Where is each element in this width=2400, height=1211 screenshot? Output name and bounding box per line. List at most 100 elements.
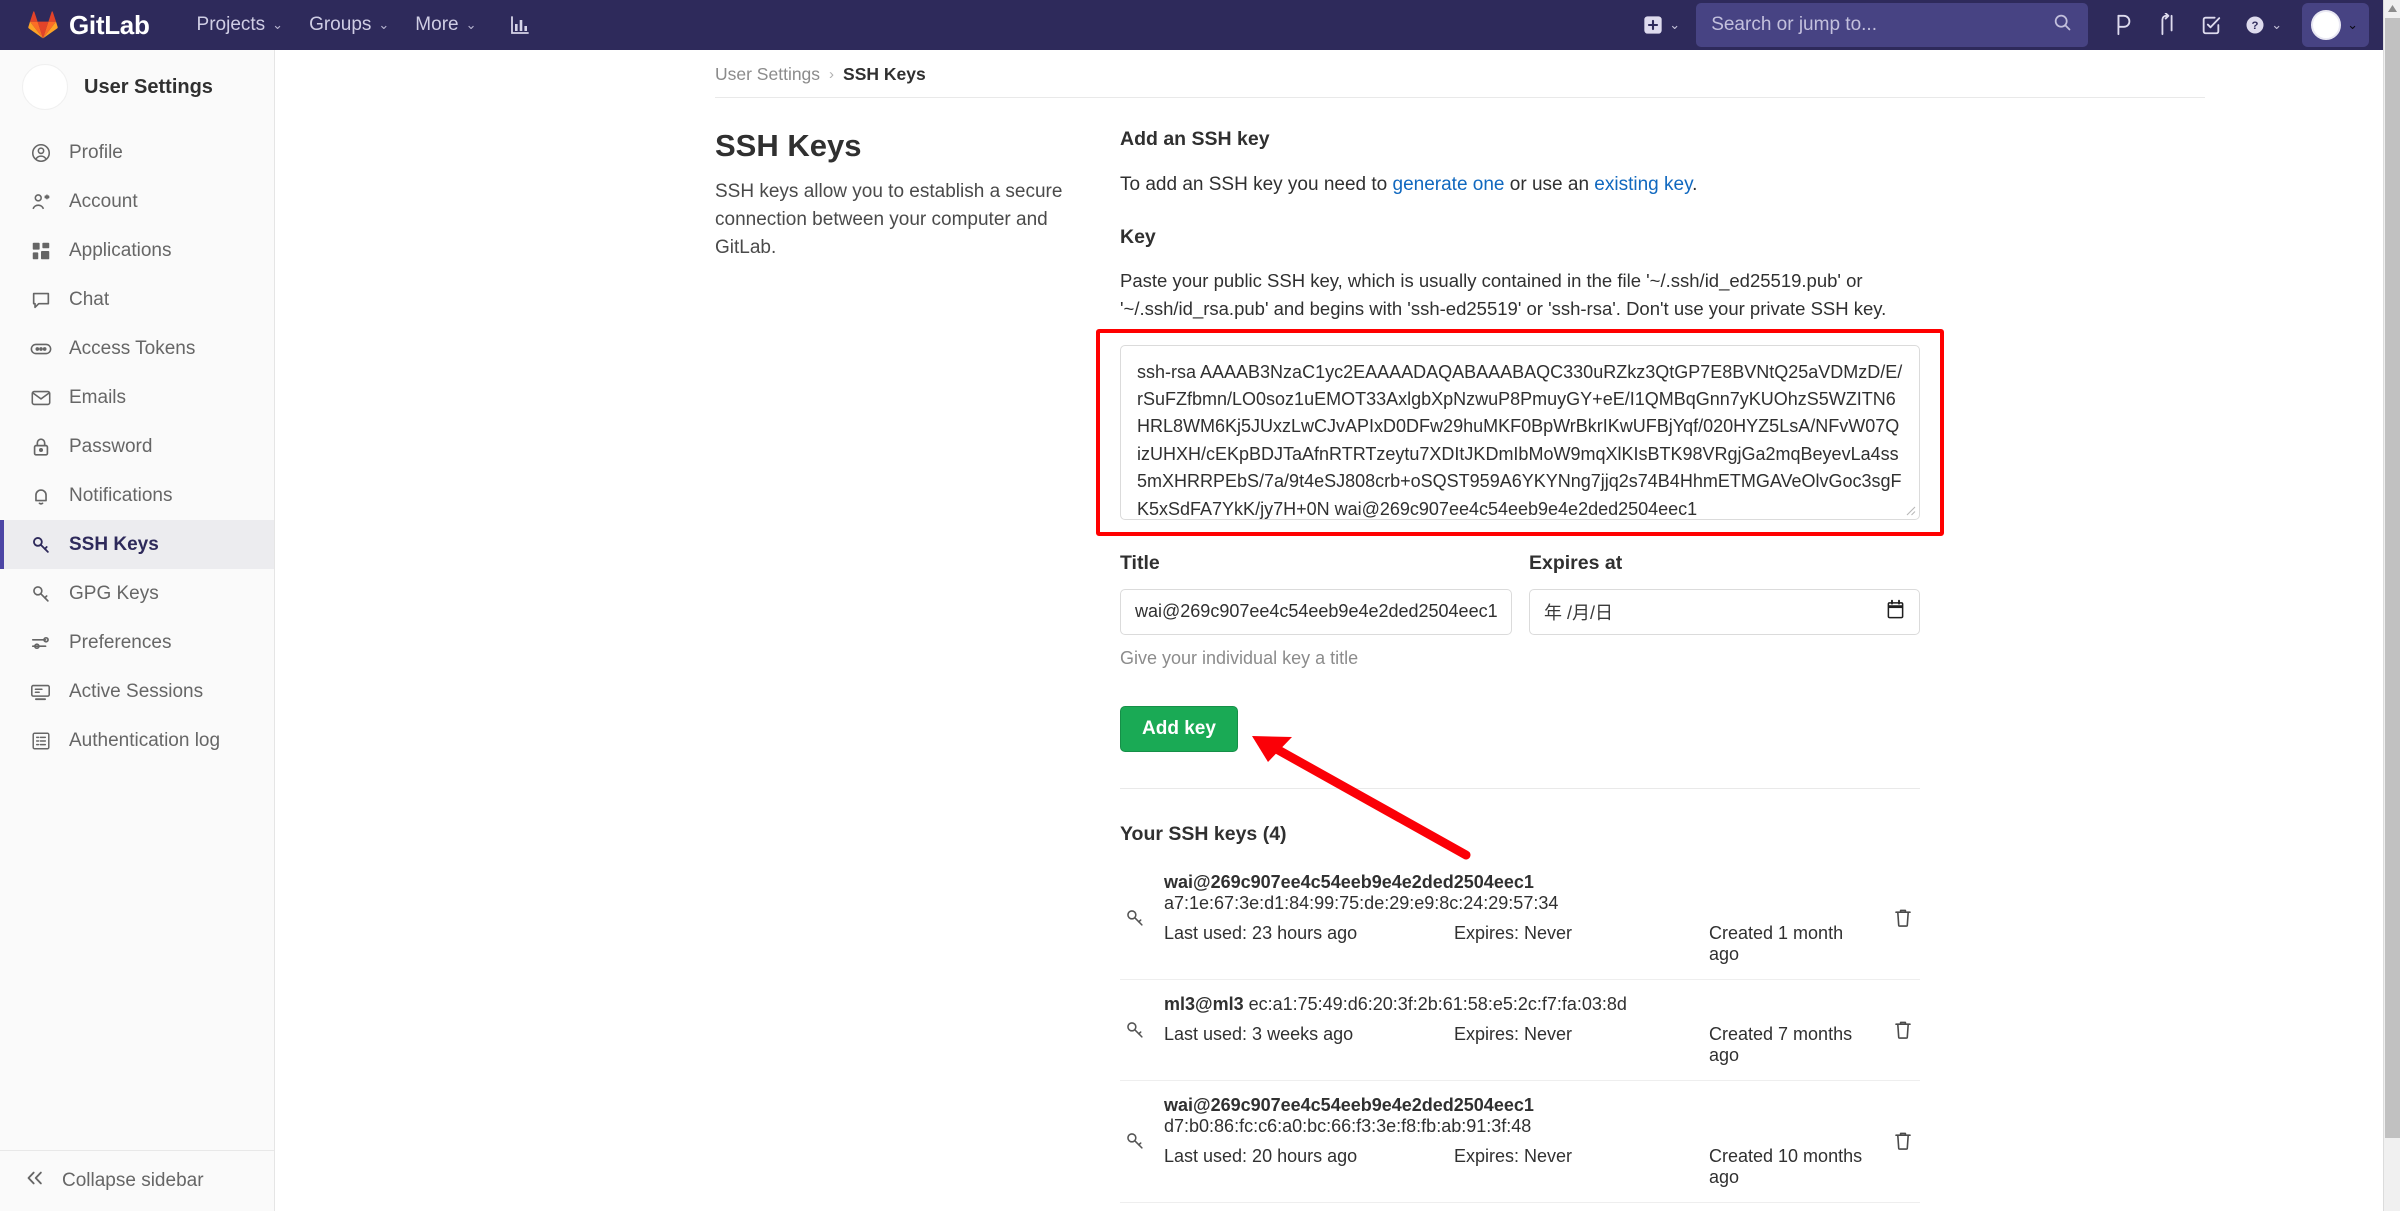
generate-one-link[interactable]: generate one — [1393, 174, 1505, 195]
nav-projects-label: Projects — [196, 14, 266, 35]
new-item-button[interactable]: ⌄ — [1632, 6, 1690, 44]
key-row-title: wai@269c907ee4c54eeb9e4e2ded2504eec1 d7:… — [1164, 1095, 1872, 1137]
add-key-intro: To add an SSH key you need to generate o… — [1120, 171, 1920, 200]
search-input[interactable]: Search or jump to... — [1696, 3, 2089, 47]
main-content: User Settings › SSH Keys SSH Keys SSH ke… — [275, 50, 2383, 1211]
sidebar-item-label: SSH Keys — [69, 533, 159, 555]
calendar-icon[interactable] — [1886, 599, 1905, 625]
collapse-sidebar-button[interactable]: Collapse sidebar — [0, 1150, 274, 1211]
gitlab-wordmark[interactable]: GitLab — [69, 10, 150, 41]
breadcrumb-separator-icon: › — [829, 66, 835, 83]
search-placeholder: Search or jump to... — [1711, 14, 1877, 35]
token-icon — [28, 336, 53, 361]
sidebar-item-access-tokens[interactable]: Access Tokens — [0, 324, 274, 373]
chevron-down-icon: ⌄ — [2271, 17, 2283, 32]
chat-icon — [28, 287, 53, 312]
key-name[interactable]: wai@269c907ee4c54eeb9e4e2ded2504eec1 — [1164, 1095, 1534, 1115]
collapse-sidebar-label: Collapse sidebar — [62, 1170, 204, 1191]
title-field-group: Title wai@269c907ee4c54eeb9e4e2ded2504ee… — [1120, 552, 1512, 669]
issues-icon[interactable] — [2102, 5, 2144, 45]
top-navbar: GitLab Projects ⌄ Groups ⌄ More ⌄ ⌄ Sear… — [0, 0, 2383, 50]
key-row-body: wai@269c907ee4c54eeb9e4e2ded2504eec1 a7:… — [1164, 872, 1872, 965]
trash-icon[interactable] — [1886, 1130, 1920, 1152]
key-icon — [28, 581, 53, 606]
table-row[interactable]: wai@269c907ee4c54eeb9e4e2ded2504eec1 d7:… — [1120, 1079, 1920, 1202]
key-textarea-wrapper: ssh-rsa AAAAB3NzaC1yc2EAAAADAQABAAABAQC3… — [1096, 328, 1944, 536]
sidebar-item-applications[interactable]: Applications — [0, 226, 274, 275]
intro-column: SSH Keys SSH keys allow you to establish… — [715, 128, 1120, 1211]
table-row[interactable]: ml3@ml3 ec:a1:75:49:d6:20:3f:2b:61:58:e5… — [1120, 978, 1920, 1080]
nav-projects[interactable]: Projects ⌄ — [184, 6, 297, 44]
sidebar-item-chat[interactable]: Chat — [0, 275, 274, 324]
sidebar-item-account[interactable]: Account — [0, 177, 274, 226]
settings-sidebar: User Settings Profile Account Applicatio… — [0, 50, 275, 1211]
key-created: Created 7 months ago — [1709, 1023, 1853, 1065]
account-icon — [28, 189, 53, 214]
sidebar-item-active-sessions[interactable]: Active Sessions — [0, 667, 274, 716]
trash-icon[interactable] — [1886, 907, 1920, 929]
page-scrollbar[interactable] — [2383, 0, 2400, 1211]
todos-icon[interactable] — [2190, 6, 2232, 44]
chevron-double-left-icon — [24, 1169, 46, 1193]
page-description: SSH keys allow you to establish a secure… — [715, 181, 1063, 259]
sidebar-item-notifications[interactable]: Notifications — [0, 471, 274, 520]
scroll-up-arrow-icon[interactable] — [2384, 0, 2400, 17]
key-row-title: wai@269c907ee4c54eeb9e4e2ded2504eec1 a7:… — [1164, 872, 1872, 914]
key-last-used: Last used: 3 weeks ago — [1164, 1023, 1354, 1044]
table-row[interactable]: my-old-slow-dell-pc f5:21:b8:8b:a8:3d:5d… — [1120, 1201, 1920, 1211]
merge-requests-icon[interactable] — [2146, 5, 2188, 45]
user-menu-button[interactable]: ⌄ — [2302, 3, 2369, 47]
nav-more[interactable]: More ⌄ — [402, 6, 489, 44]
chevron-down-icon: ⌄ — [272, 17, 284, 32]
profile-icon — [28, 140, 53, 165]
expires-label: Expires at — [1529, 551, 1623, 574]
chart-bar-icon[interactable] — [496, 5, 544, 45]
sidebar-item-label: Profile — [69, 141, 123, 163]
add-key-button[interactable]: Add key — [1120, 705, 1238, 752]
ssh-key-textarea[interactable]: ssh-rsa AAAAB3NzaC1yc2EAAAADAQABAAABAQC3… — [1120, 344, 1920, 520]
sidebar-title: User Settings — [84, 75, 213, 98]
trash-icon[interactable] — [1886, 1019, 1920, 1041]
title-input[interactable]: wai@269c907ee4c54eeb9e4e2ded2504eec1 — [1120, 588, 1512, 635]
sidebar-item-profile[interactable]: Profile — [0, 128, 274, 177]
sidebar-item-gpg-keys[interactable]: GPG Keys — [0, 569, 274, 618]
lock-icon — [28, 434, 53, 459]
sidebar-item-label: Applications — [69, 239, 172, 261]
search-icon — [2052, 12, 2073, 38]
key-row-meta: Last used: 23 hours ago Expires: Never C… — [1164, 923, 1872, 965]
textarea-resize-handle[interactable] — [1902, 502, 1916, 516]
sidebar-item-password[interactable]: Password — [0, 422, 274, 471]
key-created: Created 10 months ago — [1709, 1145, 1863, 1187]
add-key-section-title: Add an SSH key — [1120, 128, 1270, 150]
existing-key-link[interactable]: existing key — [1594, 174, 1692, 195]
monitor-icon — [28, 679, 53, 704]
title-label: Title — [1120, 551, 1160, 574]
sidebar-item-preferences[interactable]: Preferences — [0, 618, 274, 667]
key-fingerprint: a7:1e:67:3e:d1:84:99:75:de:29:e9:8c:24:2… — [1164, 892, 1559, 913]
nav-groups-label: Groups — [309, 14, 372, 35]
sidebar-item-ssh-keys[interactable]: SSH Keys — [0, 520, 274, 569]
nav-more-label: More — [415, 14, 459, 35]
sidebar-item-authentication-log[interactable]: Authentication log — [0, 716, 274, 765]
gitlab-tanuki-icon[interactable] — [26, 8, 60, 42]
chevron-down-icon: ⌄ — [378, 17, 390, 32]
table-row[interactable]: wai@269c907ee4c54eeb9e4e2ded2504eec1 a7:… — [1120, 858, 1920, 979]
key-row-title: ml3@ml3 ec:a1:75:49:d6:20:3f:2b:61:58:e5… — [1164, 994, 1872, 1015]
sidebar-item-emails[interactable]: Emails — [0, 373, 274, 422]
expires-date-input[interactable]: 年 /月/日 — [1529, 588, 1920, 635]
key-name[interactable]: ml3@ml3 — [1164, 994, 1244, 1014]
scrollbar-thumb[interactable] — [2385, 18, 2400, 1138]
svg-text:?: ? — [2252, 20, 2259, 32]
nav-groups[interactable]: Groups ⌄ — [296, 6, 402, 44]
form-column: Add an SSH key To add an SSH key you nee… — [1096, 128, 1944, 1211]
help-circle-icon[interactable]: ? ⌄ — [2234, 6, 2292, 44]
sidebar-item-label: Notifications — [69, 484, 173, 506]
breadcrumb-parent[interactable]: User Settings — [715, 64, 820, 85]
email-icon — [28, 385, 53, 410]
sidebar-item-label: GPG Keys — [69, 582, 159, 604]
sidebar-item-label: Preferences — [69, 631, 172, 653]
key-name[interactable]: wai@269c907ee4c54eeb9e4e2ded2504eec1 — [1164, 872, 1534, 892]
chevron-down-icon: ⌄ — [2347, 17, 2358, 32]
key-field-hint: Paste your public SSH key, which is usua… — [1120, 269, 1887, 319]
key-expires: Expires: Never — [1454, 922, 1573, 943]
